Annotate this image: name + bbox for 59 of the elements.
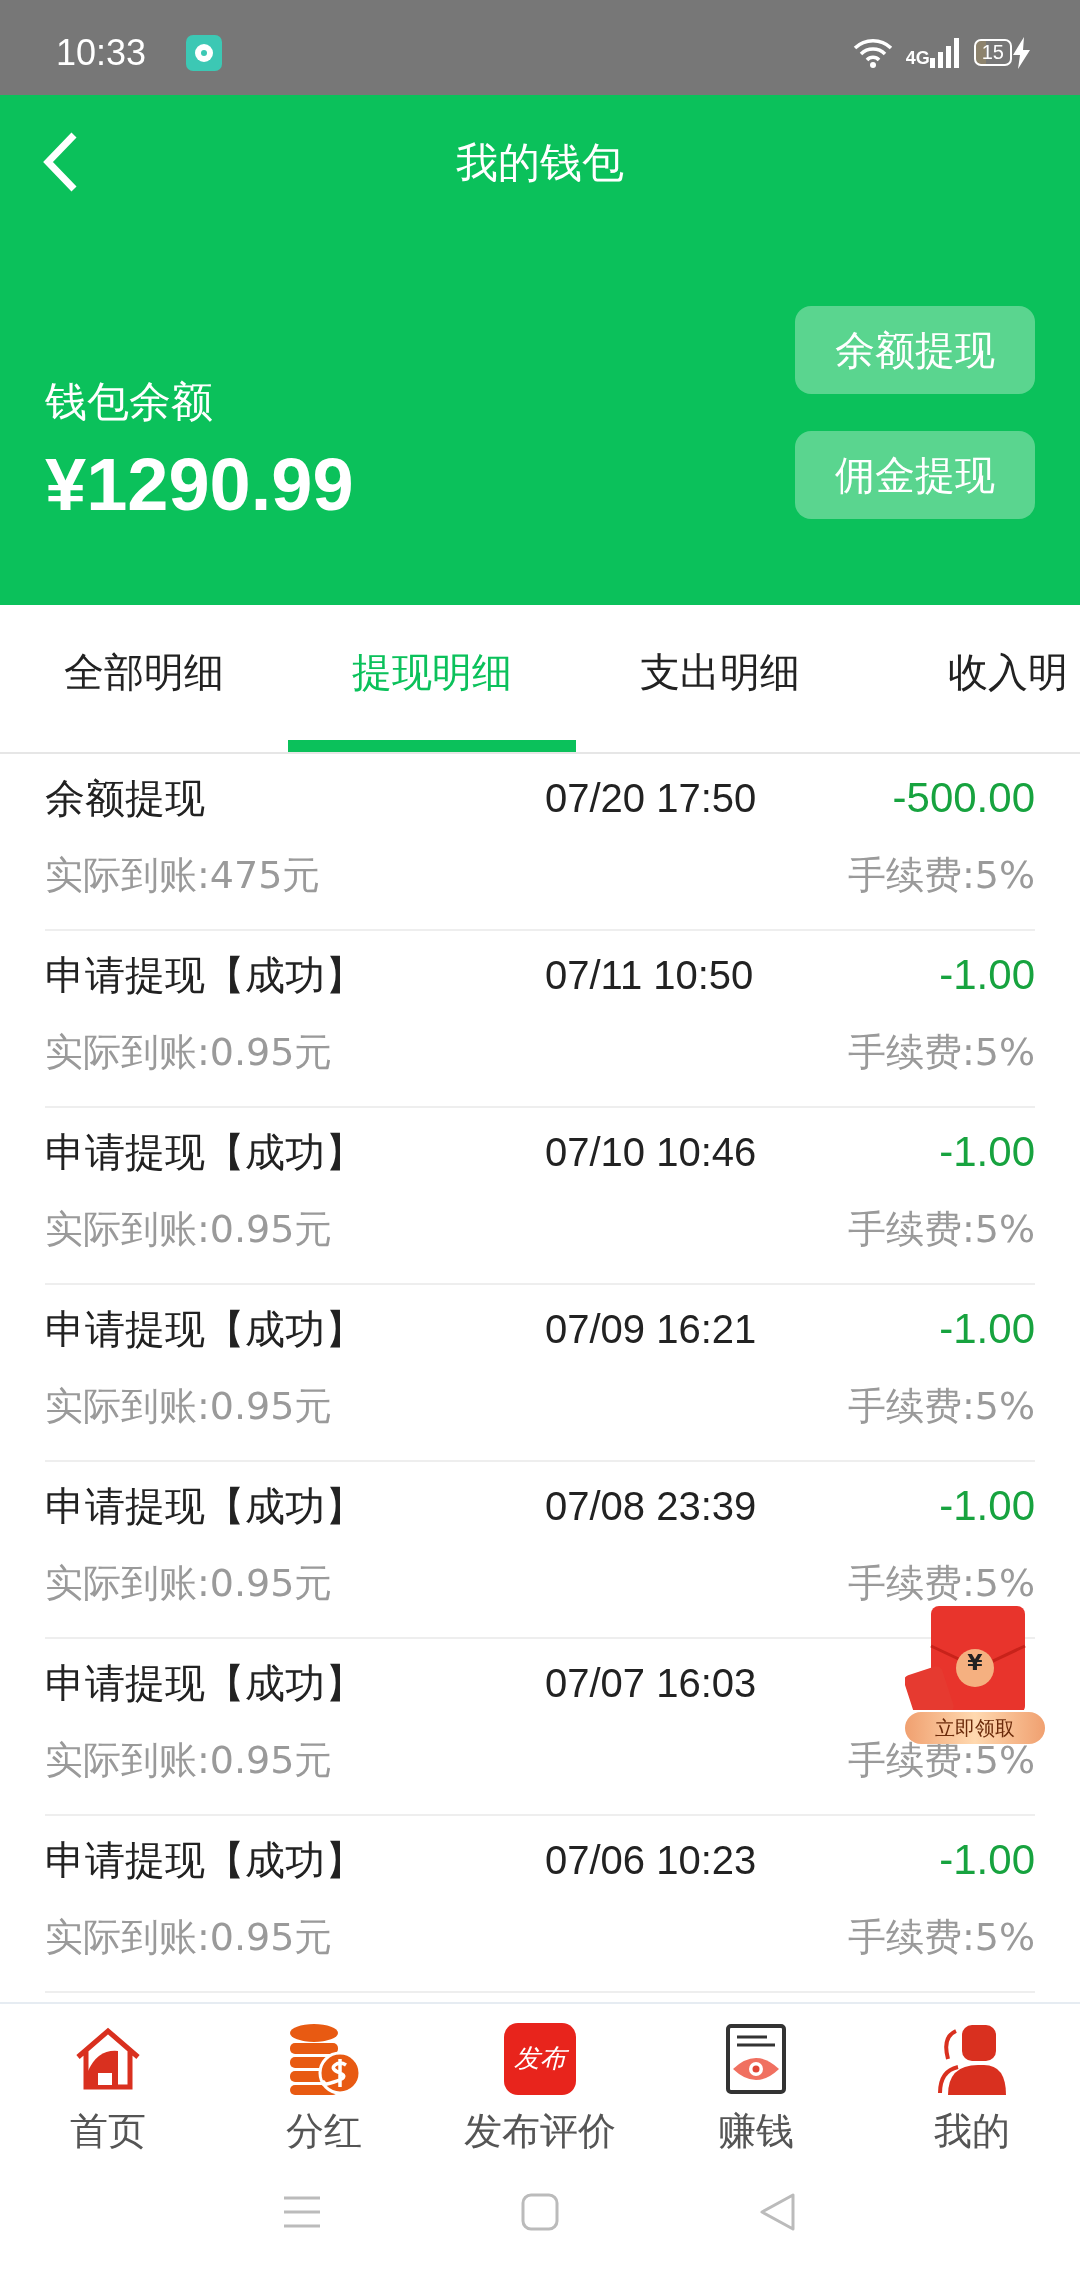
received-amount: 实际到账:0.95元 [45,1205,334,1253]
record-amount: -1.00 [939,1305,1035,1353]
record-amount: -500.00 [892,774,1035,822]
network-type: 4G [905,48,930,69]
record-title: 申请提现【成功】 [45,1304,366,1354]
yuan-symbol: ¥ [966,1650,984,1675]
record-amount: -1.00 [939,1836,1035,1884]
tab[interactable]: 支出明细 [576,605,864,752]
nav-tab[interactable]: 首页 [0,2004,216,2174]
record-title: 申请提现【成功】 [45,1835,366,1885]
record-time: 07/08 23:39 [545,1483,758,1529]
tab[interactable]: 收入明 [864,605,1080,752]
record-time: 07/10 10:46 [545,1129,758,1175]
record-title: 申请提现【成功】 [45,1658,366,1708]
eye-icon [725,2022,787,2095]
fee-rate: 手续费:5% [847,851,1035,899]
balance-amount: ¥1290.99 [45,442,354,527]
signal-icon [929,37,960,68]
received-amount: 实际到账:475元 [45,851,322,899]
page-title: 我的钱包 [456,136,624,189]
app-notification-icon [186,34,223,71]
record-title: 申请提现【成功】 [45,1127,366,1177]
user-icon [936,2022,1008,2095]
received-amount: 实际到账:0.95元 [45,1382,334,1430]
record-time: 07/06 10:23 [545,1837,758,1883]
record-time: 07/07 16:03 [545,1660,758,1706]
house-icon [74,2026,142,2091]
received-amount: 实际到账:0.95元 [45,1028,334,1076]
tab[interactable]: 全部明细 [0,605,288,752]
received-amount: 实际到账:0.95元 [45,1913,334,1961]
record-time: 07/20 17:50 [545,775,758,821]
menu-icon[interactable] [283,2195,321,2229]
fee-rate: 手续费:5% [847,1382,1035,1430]
record-title: 申请提现【成功】 [45,1481,366,1531]
nav-tab[interactable]: 发布 发布评价 [432,2004,648,2174]
nav-tab[interactable]: 分红 [216,2004,432,2174]
publish-icon: 发布 [504,2022,576,2095]
record-amount: -1.00 [939,951,1035,999]
nav-tab[interactable]: 我的 [864,2004,1080,2174]
fee-rate: 手续费:5% [847,1559,1035,1607]
record-title: 申请提现【成功】 [45,950,366,1000]
charging-icon [1012,36,1032,69]
record-time: 07/11 10:50 [545,952,755,998]
fee-rate: 手续费:5% [847,1028,1035,1076]
home-icon[interactable] [521,2193,559,2231]
received-amount: 实际到账:0.95元 [45,1559,334,1607]
status-time: 10:33 [56,31,147,74]
nav-tab[interactable]: 赚钱 [648,2004,864,2174]
fee-rate: 手续费:5% [847,1913,1035,1961]
record-amount: -1.00 [939,1128,1035,1176]
received-amount: 实际到账:0.95元 [45,1736,334,1784]
fee-rate: 手续费:5% [847,1205,1035,1253]
record-time: 07/09 16:21 [545,1306,758,1352]
record-amount: -1.00 [939,1482,1035,1530]
back-icon[interactable] [759,2192,797,2232]
record-title: 余额提现 [45,773,206,823]
battery-level: 15 [973,39,1012,66]
balance-label: 钱包余额 [45,376,214,428]
wifi-icon [851,36,894,69]
